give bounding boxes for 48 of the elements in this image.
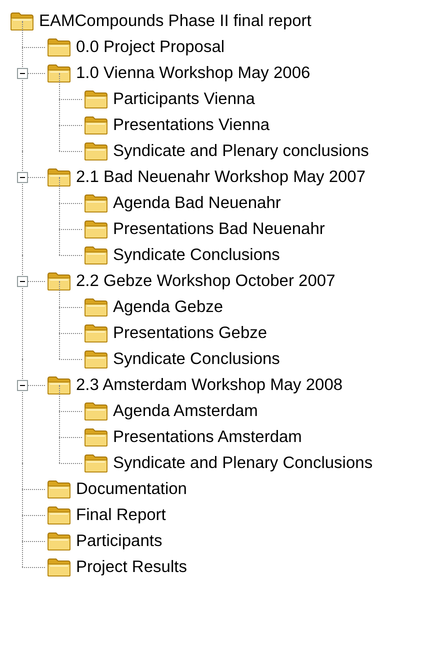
folder-icon: [47, 558, 71, 576]
folder-label[interactable]: Syndicate and Plenary Conclusions: [113, 454, 373, 472]
collapse-button[interactable]: [17, 172, 28, 183]
folder-label[interactable]: Syndicate and Plenary conclusions: [113, 142, 369, 160]
folder-label[interactable]: Agenda Gebze: [113, 298, 224, 316]
folder-icon: [84, 454, 108, 472]
folder-label[interactable]: Participants Vienna: [113, 90, 255, 108]
folder-icon: [84, 220, 108, 238]
folder-icon: [84, 116, 108, 134]
folder-icon: [84, 194, 108, 212]
folder-label[interactable]: 0.0 Project Proposal: [76, 38, 225, 56]
folder-icon: [47, 38, 71, 56]
folder-icon: [47, 272, 71, 290]
folder-label[interactable]: Agenda Bad Neuenahr: [113, 194, 281, 212]
folder-label[interactable]: Final Report: [76, 506, 166, 524]
folder-label[interactable]: Syndicate Conclusions: [113, 246, 280, 264]
folder-icon: [84, 324, 108, 342]
folder-label[interactable]: 2.2 Gebze Workshop October 2007: [76, 272, 336, 290]
folder-icon: [84, 246, 108, 264]
folder-label[interactable]: EAMCompounds Phase II final report: [39, 12, 312, 30]
folder-label[interactable]: 1.0 Vienna Workshop May 2006: [76, 64, 310, 82]
folder-icon: [84, 428, 108, 446]
folder-icon: [47, 168, 71, 186]
folder-icon: [84, 90, 108, 108]
folder-icon: [47, 376, 71, 394]
folder-icon: [84, 142, 108, 160]
folder-label[interactable]: Presentations Bad Neuenahr: [113, 220, 325, 238]
folder-icon: [84, 350, 108, 368]
folder-icon: [47, 506, 71, 524]
collapse-button[interactable]: [17, 276, 28, 287]
folder-label[interactable]: Presentations Vienna: [113, 116, 270, 134]
folder-label[interactable]: Documentation: [76, 480, 187, 498]
folder-label[interactable]: Participants: [76, 532, 162, 550]
folder-icon: [84, 298, 108, 316]
collapse-button[interactable]: [17, 68, 28, 79]
folder-icon: [47, 532, 71, 550]
folder-icon: [47, 64, 71, 82]
folder-label[interactable]: Agenda Amsterdam: [113, 402, 258, 420]
folder-icon: [10, 12, 34, 30]
folder-label[interactable]: 2.3 Amsterdam Workshop May 2008: [76, 376, 343, 394]
folder-icon: [84, 402, 108, 420]
folder-label[interactable]: Project Results: [76, 558, 187, 576]
collapse-button[interactable]: [17, 380, 28, 391]
folder-label[interactable]: 2.1 Bad Neuenahr Workshop May 2007: [76, 168, 366, 186]
folder-icon: [47, 480, 71, 498]
folder-label[interactable]: Presentations Amsterdam: [113, 428, 302, 446]
folder-label[interactable]: Syndicate Conclusions: [113, 350, 280, 368]
folder-label[interactable]: Presentations Gebze: [113, 324, 268, 342]
